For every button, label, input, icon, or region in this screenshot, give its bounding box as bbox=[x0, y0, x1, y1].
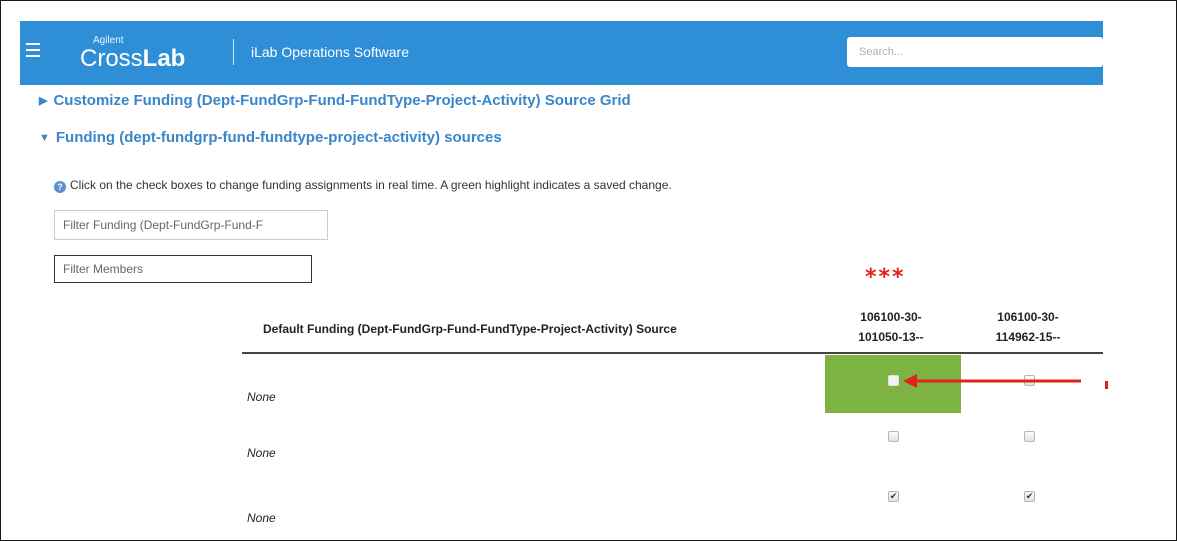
screenshot-frame: Agilent CrossLab iLab Operations Softwar… bbox=[0, 0, 1177, 541]
filter-funding-input[interactable] bbox=[54, 210, 328, 240]
checkbox-row2-col1[interactable] bbox=[888, 431, 899, 442]
customize-funding-grid-label: Customize Funding (Dept-FundGrp-Fund-Fun… bbox=[53, 92, 631, 109]
row-1-label: None bbox=[247, 390, 276, 404]
brand-lab-text: Lab bbox=[142, 45, 186, 72]
hamburger-menu-icon[interactable] bbox=[26, 43, 40, 57]
info-text: Click on the check boxes to change fundi… bbox=[70, 178, 672, 192]
checkbox-row2-col2[interactable] bbox=[1024, 431, 1035, 442]
funding-sources-section-label: Funding (dept-fundgrp-fund-fundtype-proj… bbox=[55, 129, 502, 146]
info-icon: ? bbox=[54, 181, 66, 193]
red-arrow-icon bbox=[903, 374, 1081, 388]
asterisk-annotation: *** bbox=[865, 265, 906, 290]
top-navigation-bar: Agilent CrossLab iLab Operations Softwar… bbox=[20, 21, 1103, 85]
checkbox-row3-col2[interactable]: ✔ bbox=[1024, 491, 1035, 502]
filter-members-input[interactable] bbox=[54, 255, 312, 283]
checkbox-row1-col1[interactable] bbox=[888, 375, 899, 386]
column-header-1: 106100-30- 101050-13-- bbox=[841, 307, 941, 347]
column-header-1-line2: 101050-13-- bbox=[858, 330, 924, 344]
checkbox-row3-col1[interactable]: ✔ bbox=[888, 491, 899, 502]
column-header-2-line1: 106100-30- bbox=[997, 310, 1059, 324]
search-input[interactable] bbox=[847, 37, 1103, 67]
customize-funding-grid-link[interactable]: ▶ Customize Funding (Dept-FundGrp-Fund-Fu… bbox=[39, 92, 631, 109]
column-header-2: 106100-30- 114962-15-- bbox=[978, 307, 1078, 347]
info-message: ? Click on the check boxes to change fund… bbox=[54, 178, 672, 193]
row-2-label: None bbox=[247, 446, 276, 460]
column-header-1-line1: 106100-30- bbox=[860, 310, 922, 324]
column-header-2-line2: 114962-15-- bbox=[995, 330, 1061, 344]
triangle-down-icon: ▼ bbox=[39, 132, 50, 144]
brand-cross-text: Cross bbox=[80, 45, 143, 72]
funding-sources-section-toggle[interactable]: ▼ Funding (dept-fundgrp-fund-fundtype-pro… bbox=[39, 129, 502, 146]
triangle-right-icon: ▶ bbox=[39, 95, 48, 107]
header-divider bbox=[233, 39, 234, 65]
row-header-default-funding: Default Funding (Dept-FundGrp-Fund-FundT… bbox=[263, 322, 677, 336]
row-3-label: None bbox=[247, 511, 276, 525]
table-header-divider bbox=[242, 352, 1103, 354]
product-name: iLab Operations Software bbox=[251, 44, 409, 60]
brand-wordmark: CrossLab bbox=[80, 45, 185, 73]
red-mark bbox=[1105, 381, 1108, 389]
